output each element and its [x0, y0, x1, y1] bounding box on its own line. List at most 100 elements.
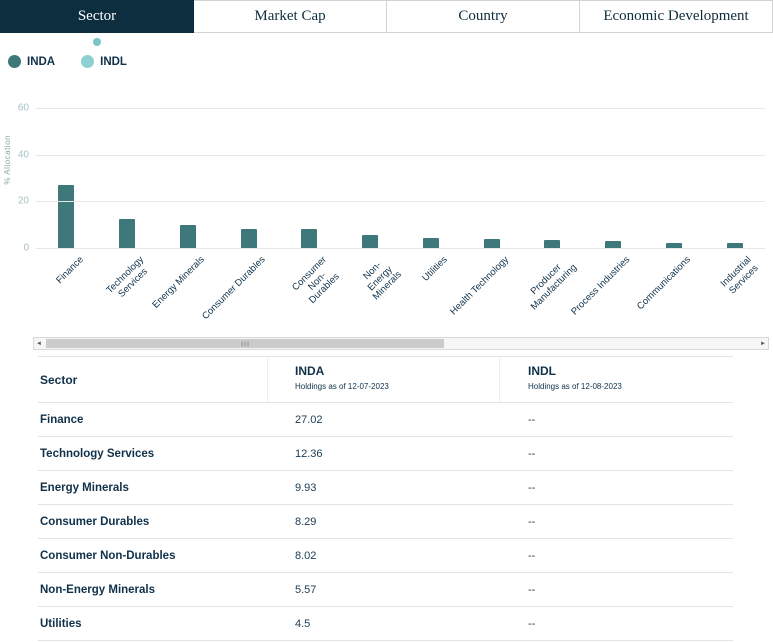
bar-slot [644, 98, 705, 248]
x-tick-label: Utilities [420, 254, 450, 284]
bar-slot [461, 98, 522, 248]
table-row-non-energy-minerals: Non-Energy Minerals 5.57 -- [38, 573, 733, 607]
tab-economic-development[interactable]: Economic Development [579, 0, 773, 33]
x-tick-label: Non- Energy Minerals [361, 259, 405, 303]
inda-value-cell: 9.93 [295, 481, 317, 494]
x-tick-label: Energy Minerals [150, 254, 207, 311]
bar-consumer-non-durables[interactable] [301, 229, 318, 248]
scroll-right-arrow-icon[interactable]: ► [758, 338, 768, 349]
table-row-utilities: Utilities 4.5 -- [38, 607, 733, 641]
x-tick-label: Industrial Services [718, 254, 761, 297]
inda-value-cell: 8.02 [295, 549, 317, 562]
indl-value-cell: -- [528, 447, 536, 460]
sector-column-header: Sector [40, 372, 78, 387]
bar-slot [522, 98, 583, 248]
indl-holdings-date: Holdings as of 12-08-2023 [528, 382, 622, 391]
bar-slot [704, 98, 765, 248]
scrollbar-grip-icon [241, 341, 249, 346]
bar-process-industries[interactable] [605, 241, 622, 248]
gridline [36, 248, 765, 249]
bar-slot [36, 98, 97, 248]
sector-cell: Utilities [40, 617, 82, 630]
table-row-energy-minerals: Energy Minerals 9.93 -- [38, 471, 733, 505]
bar-utilities[interactable] [422, 237, 439, 248]
indl-value-cell: -- [528, 549, 536, 562]
sector-cell: Technology Services [40, 447, 155, 460]
table-row-consumer-non-durables: Consumer Non-Durables 8.02 -- [38, 539, 733, 573]
legend-item-inda[interactable]: INDA [8, 55, 55, 68]
tab-country[interactable]: Country [386, 0, 580, 33]
x-axis-labels: Finance Technology Services Energy Mineral… [36, 250, 765, 338]
indicator-dot[interactable] [93, 38, 101, 46]
gridline [36, 201, 765, 203]
legend-label: INDA [27, 55, 56, 68]
table-row-technology-services: Technology Services 12.36 -- [38, 437, 733, 471]
x-label-slot: Health Technology [448, 250, 522, 338]
x-tick-label: Consumer Non- Durables [289, 254, 342, 307]
inda-value-cell: 27.02 [295, 413, 323, 426]
x-label-slot: Communications [635, 250, 705, 338]
table-header-row: Sector INDA Holdings as of 12-07-2023 IN… [38, 357, 733, 403]
bar-slot [97, 98, 158, 248]
indl-column-header: INDL [528, 364, 556, 378]
table-header-sector: Sector [38, 357, 268, 402]
bar-energy-minerals[interactable] [179, 224, 196, 248]
indl-value-cell: -- [528, 617, 536, 630]
sector-cell: Consumer Non-Durables [40, 549, 176, 562]
x-tick-label: Technology Services [104, 254, 150, 300]
bars-row [36, 98, 765, 248]
holdings-table: Sector INDA Holdings as of 12-07-2023 IN… [38, 356, 733, 641]
tab-sector[interactable]: Sector [0, 0, 194, 33]
bar-non-energy-minerals[interactable] [362, 235, 379, 248]
inda-value-cell: 12.36 [295, 447, 323, 460]
bar-slot [340, 98, 401, 248]
table-body: Finance 27.02 -- Technology Services 12.36 --… [38, 403, 733, 641]
table-row-consumer-durables: Consumer Durables 8.29 -- [38, 505, 733, 539]
sector-cell: Energy Minerals [40, 481, 129, 494]
chart-legend: INDA INDL [8, 55, 127, 68]
x-label-slot: Utilities [401, 250, 462, 338]
bar-slot [218, 98, 279, 248]
tab-bar: Sector Market Cap Country Economic Developm… [0, 0, 773, 33]
scrollbar-thumb[interactable] [46, 339, 444, 348]
x-label-slot: Technology Services [97, 250, 158, 338]
inda-column-header: INDA [295, 364, 325, 378]
indl-value-cell: -- [528, 583, 536, 596]
horizontal-scrollbar[interactable]: ◄ ► [33, 337, 769, 350]
gridline [36, 154, 765, 156]
inda-value-cell: 5.57 [295, 583, 317, 596]
x-label-slot: Industrial Services [704, 250, 765, 338]
bar-technology-services[interactable] [119, 219, 136, 248]
bar-slot [279, 98, 340, 248]
bar-consumer-durables[interactable] [240, 228, 257, 248]
fund-comparison-panel: Sector Market Cap Country Economic Developm… [0, 0, 773, 642]
legend-label: INDL [100, 55, 127, 68]
tab-market-cap[interactable]: Market Cap [193, 0, 387, 33]
indl-value-cell: -- [528, 515, 536, 528]
scroll-left-arrow-icon[interactable]: ◄ [34, 338, 44, 349]
x-label-slot: Consumer Non- Durables [279, 250, 342, 338]
bar-finance[interactable] [58, 184, 75, 248]
bar-health-technology[interactable] [483, 238, 500, 248]
sector-cell: Non-Energy Minerals [40, 583, 156, 596]
x-label-slot: Energy Minerals [151, 250, 219, 338]
x-label-slot: Finance [36, 250, 97, 338]
bar-slot [401, 98, 462, 248]
inda-value-cell: 4.5 [295, 617, 311, 630]
inda-value-cell: 8.29 [295, 515, 317, 528]
x-label-slot: Process Industries [569, 250, 644, 338]
y-tick-label: 20 [17, 195, 29, 207]
bar-slot [583, 98, 644, 248]
legend-swatch-icon [81, 55, 95, 68]
indl-value-cell: -- [528, 413, 536, 426]
table-header-inda: INDA Holdings as of 12-07-2023 [268, 357, 500, 402]
bar-producer-manufacturing[interactable] [544, 239, 561, 248]
inda-holdings-date: Holdings as of 12-07-2023 [295, 382, 389, 391]
x-label-slot: Non- Energy Minerals [340, 250, 404, 338]
indl-value-cell: -- [528, 481, 536, 494]
sector-cell: Consumer Durables [40, 515, 150, 528]
legend-item-indl[interactable]: INDL [81, 55, 127, 68]
x-tick-label: Finance [53, 254, 86, 286]
x-tick-label: Communications [635, 254, 693, 313]
table-row-finance: Finance 27.02 -- [38, 403, 733, 437]
